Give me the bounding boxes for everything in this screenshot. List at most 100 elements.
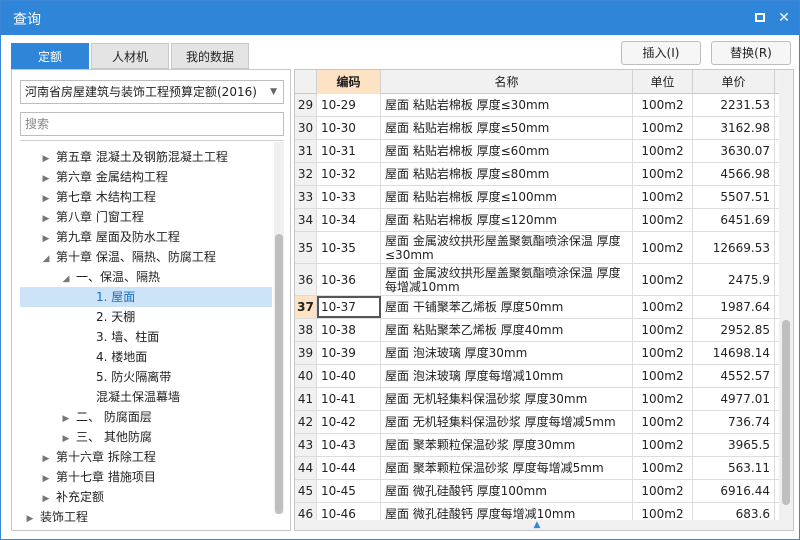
tree-item[interactable]: 1. 屋面	[20, 287, 272, 307]
library-select[interactable]: 河南省房屋建筑与装饰工程预算定额(2016) ▼	[20, 80, 284, 104]
cell-unit[interactable]: 100m2	[633, 232, 693, 263]
tab-my-data[interactable]: 我的数据	[171, 43, 249, 69]
cell-name[interactable]: 屋面 粘贴岩棉板 厚度≤60mm	[381, 140, 633, 162]
cell-unit[interactable]: 100m2	[633, 388, 693, 410]
table-row[interactable]: 36 10-36 屋面 金属波纹拱形屋盖聚氨酯喷涂保温 厚度每增减10mm 100m2…	[295, 264, 779, 296]
tree-scrollbar-thumb[interactable]	[275, 234, 283, 514]
table-row[interactable]: 40 10-40 屋面 泡沫玻璃 厚度每增减10mm 100m2 4552.57	[295, 365, 779, 388]
table-row[interactable]: 30 10-30 屋面 粘贴岩棉板 厚度≤50mm 100m2 3162.98	[295, 117, 779, 140]
cell-price[interactable]: 3965.5	[693, 434, 775, 456]
cell-name[interactable]: 屋面 微孔硅酸钙 厚度100mm	[381, 480, 633, 502]
cell-unit[interactable]: 100m2	[633, 117, 693, 139]
cell-price[interactable]: 563.11	[693, 457, 775, 479]
cell-name[interactable]: 屋面 金属波纹拱形屋盖聚氨酯喷涂保温 厚度每增减10mm	[381, 264, 633, 295]
tree-item[interactable]: ▶ 第十七章 措施项目	[20, 467, 272, 487]
tree-item[interactable]: ▶ 第五章 混凝土及钢筋混凝土工程	[20, 147, 272, 167]
cell-name[interactable]: 屋面 粘贴岩棉板 厚度≤30mm	[381, 94, 633, 116]
cell-price[interactable]: 1987.64	[693, 296, 775, 318]
cell-unit[interactable]: 100m2	[633, 94, 693, 116]
cell-code[interactable]: 10-36	[317, 264, 381, 295]
collapsed-arrow-icon[interactable]: ▶	[40, 209, 52, 229]
cell-name[interactable]: 屋面 粘贴岩棉板 厚度≤80mm	[381, 163, 633, 185]
table-row[interactable]: 42 10-42 屋面 无机轻集料保温砂浆 厚度每增减5mm 100m2 736.74	[295, 411, 779, 434]
cell-unit[interactable]: 100m2	[633, 480, 693, 502]
table-horizontal-scrollbar[interactable]: ▲	[295, 520, 779, 530]
collapsed-arrow-icon[interactable]: ▶	[40, 489, 52, 509]
tree-scrollbar[interactable]	[274, 142, 284, 514]
collapsed-arrow-icon[interactable]: ▶	[40, 469, 52, 489]
table-row[interactable]: 43 10-43 屋面 聚苯颗粒保温砂浆 厚度30mm 100m2 3965.5	[295, 434, 779, 457]
tab-quota[interactable]: 定额	[11, 43, 89, 69]
table-row[interactable]: 41 10-41 屋面 无机轻集料保温砂浆 厚度30mm 100m2 4977.01	[295, 388, 779, 411]
cell-price[interactable]: 2952.85	[693, 319, 775, 341]
table-row[interactable]: 29 10-29 屋面 粘贴岩棉板 厚度≤30mm 100m2 2231.53	[295, 94, 779, 117]
cell-code[interactable]: 10-41	[317, 388, 381, 410]
tree-item[interactable]: 5. 防火隔离带	[20, 367, 272, 387]
table-row[interactable]: 44 10-44 屋面 聚苯颗粒保温砂浆 厚度每增减5mm 100m2 563.11	[295, 457, 779, 480]
cell-name[interactable]: 屋面 粘贴岩棉板 厚度≤120mm	[381, 209, 633, 231]
cell-name[interactable]: 屋面 无机轻集料保温砂浆 厚度每增减5mm	[381, 411, 633, 433]
cell-unit[interactable]: 100m2	[633, 434, 693, 456]
cell-name[interactable]: 屋面 聚苯颗粒保温砂浆 厚度每增减5mm	[381, 457, 633, 479]
tree-item[interactable]: 混凝土保温幕墙	[20, 387, 272, 407]
tree-item[interactable]: ▶ 第八章 门窗工程	[20, 207, 272, 227]
expanded-arrow-icon[interactable]: ◢	[40, 249, 52, 269]
cell-price[interactable]: 6916.44	[693, 480, 775, 502]
close-button[interactable]: ✕	[775, 9, 793, 27]
cell-code[interactable]: 10-40	[317, 365, 381, 387]
cell-price[interactable]: 4566.98	[693, 163, 775, 185]
cell-unit[interactable]: 100m2	[633, 186, 693, 208]
cell-unit[interactable]: 100m2	[633, 209, 693, 231]
search-input[interactable]: 搜索	[20, 112, 284, 136]
table-row[interactable]: 35 10-35 屋面 金属波纹拱形屋盖聚氨酯喷涂保温 厚度≤30mm 100m2 12…	[295, 232, 779, 264]
insert-button[interactable]: 插入(I)	[621, 41, 701, 65]
cell-code[interactable]: 10-37	[317, 296, 381, 318]
table-row[interactable]: 34 10-34 屋面 粘贴岩棉板 厚度≤120mm 100m2 6451.69	[295, 209, 779, 232]
collapse-handle-icon[interactable]: ▲	[531, 520, 543, 530]
cell-code[interactable]: 10-34	[317, 209, 381, 231]
cell-price[interactable]: 3162.98	[693, 117, 775, 139]
cell-name[interactable]: 屋面 粘贴岩棉板 厚度≤100mm	[381, 186, 633, 208]
tree-item[interactable]: 4. 楼地面	[20, 347, 272, 367]
cell-code[interactable]: 10-38	[317, 319, 381, 341]
cell-unit[interactable]: 100m2	[633, 140, 693, 162]
column-header-price[interactable]: 单价	[693, 70, 775, 94]
tree-item[interactable]: ▶ 第十六章 拆除工程	[20, 447, 272, 467]
table-scrollbar-thumb[interactable]	[782, 320, 790, 505]
cell-price[interactable]: 3630.07	[693, 140, 775, 162]
cell-unit[interactable]: 100m2	[633, 365, 693, 387]
tab-labor-material-machine[interactable]: 人材机	[91, 43, 169, 69]
column-header-name[interactable]: 名称	[381, 70, 633, 94]
tree-item[interactable]: 3. 墙、柱面	[20, 327, 272, 347]
tree-item[interactable]: ▶ 第七章 木结构工程	[20, 187, 272, 207]
collapsed-arrow-icon[interactable]: ▶	[60, 409, 72, 429]
cell-name[interactable]: 屋面 干铺聚苯乙烯板 厚度50mm	[381, 296, 633, 318]
cell-code[interactable]: 10-31	[317, 140, 381, 162]
collapsed-arrow-icon[interactable]: ▶	[40, 449, 52, 469]
cell-code[interactable]: 10-42	[317, 411, 381, 433]
cell-unit[interactable]: 100m2	[633, 411, 693, 433]
cell-code[interactable]: 10-32	[317, 163, 381, 185]
tree-item[interactable]: ▶ 第九章 屋面及防水工程	[20, 227, 272, 247]
cell-name[interactable]: 屋面 泡沫玻璃 厚度每增减10mm	[381, 365, 633, 387]
tree-item[interactable]: ▶ 第六章 金属结构工程	[20, 167, 272, 187]
cell-name[interactable]: 屋面 聚苯颗粒保温砂浆 厚度30mm	[381, 434, 633, 456]
cell-price[interactable]: 4977.01	[693, 388, 775, 410]
table-row[interactable]: 37 10-37 屋面 干铺聚苯乙烯板 厚度50mm 100m2 1987.64	[295, 296, 779, 319]
cell-code[interactable]: 10-43	[317, 434, 381, 456]
cell-price[interactable]: 5507.51	[693, 186, 775, 208]
cell-name[interactable]: 屋面 粘贴聚苯乙烯板 厚度40mm	[381, 319, 633, 341]
collapsed-arrow-icon[interactable]: ▶	[24, 509, 36, 528]
cell-unit[interactable]: 100m2	[633, 319, 693, 341]
replace-button[interactable]: 替换(R)	[711, 41, 791, 65]
tree-item[interactable]: ▶ 补充定额	[20, 487, 272, 507]
cell-code[interactable]: 10-30	[317, 117, 381, 139]
tree-item[interactable]: ▶ 三、 其他防腐	[20, 427, 272, 447]
cell-unit[interactable]: 100m2	[633, 296, 693, 318]
table-row[interactable]: 45 10-45 屋面 微孔硅酸钙 厚度100mm 100m2 6916.44	[295, 480, 779, 503]
cell-unit[interactable]: 100m2	[633, 163, 693, 185]
tree-item[interactable]: ▶ 二、 防腐面层	[20, 407, 272, 427]
cell-price[interactable]: 2475.9	[693, 264, 775, 295]
cell-code[interactable]: 10-33	[317, 186, 381, 208]
collapsed-arrow-icon[interactable]: ▶	[40, 229, 52, 249]
